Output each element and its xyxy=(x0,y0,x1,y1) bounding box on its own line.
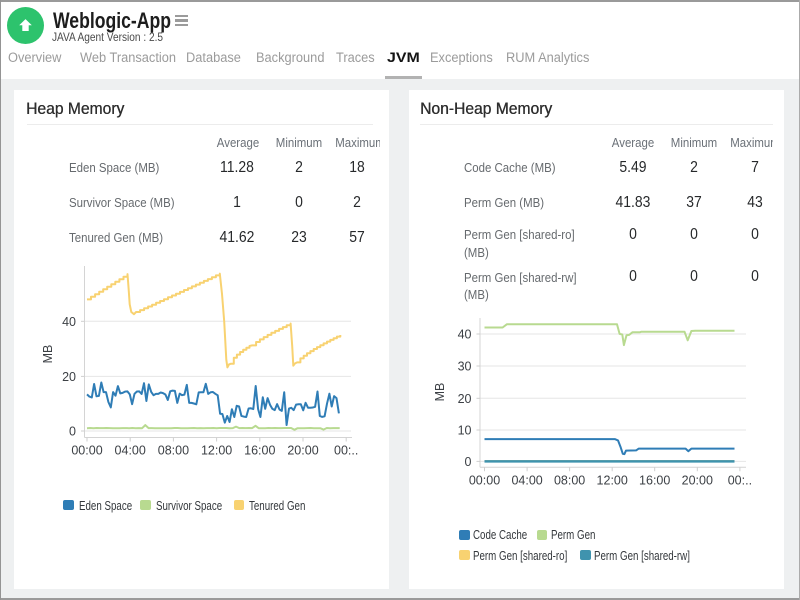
svg-text:30: 30 xyxy=(458,360,472,374)
svg-text:0: 0 xyxy=(465,455,472,469)
svg-text:40: 40 xyxy=(62,315,76,329)
svg-text:04:00: 04:00 xyxy=(115,444,146,458)
svg-text:20: 20 xyxy=(62,370,76,384)
svg-text:0: 0 xyxy=(69,425,76,439)
svg-text:12:00: 12:00 xyxy=(201,444,232,458)
svg-text:MB: MB xyxy=(433,383,447,402)
svg-text:20:00: 20:00 xyxy=(682,473,713,487)
svg-text:04:00: 04:00 xyxy=(511,473,542,487)
svg-text:16:00: 16:00 xyxy=(639,473,670,487)
svg-text:40: 40 xyxy=(458,328,472,342)
svg-text:00:..: 00:.. xyxy=(728,473,752,487)
svg-text:20:00: 20:00 xyxy=(287,444,318,458)
svg-text:20: 20 xyxy=(458,392,472,406)
svg-text:10: 10 xyxy=(458,424,472,438)
svg-text:00:00: 00:00 xyxy=(71,444,102,458)
svg-text:08:00: 08:00 xyxy=(158,444,189,458)
svg-text:MB: MB xyxy=(41,345,55,364)
svg-text:08:00: 08:00 xyxy=(554,473,585,487)
svg-text:00:..: 00:.. xyxy=(334,444,358,458)
svg-text:16:00: 16:00 xyxy=(244,444,275,458)
svg-text:00:00: 00:00 xyxy=(469,473,500,487)
svg-text:12:00: 12:00 xyxy=(597,473,628,487)
